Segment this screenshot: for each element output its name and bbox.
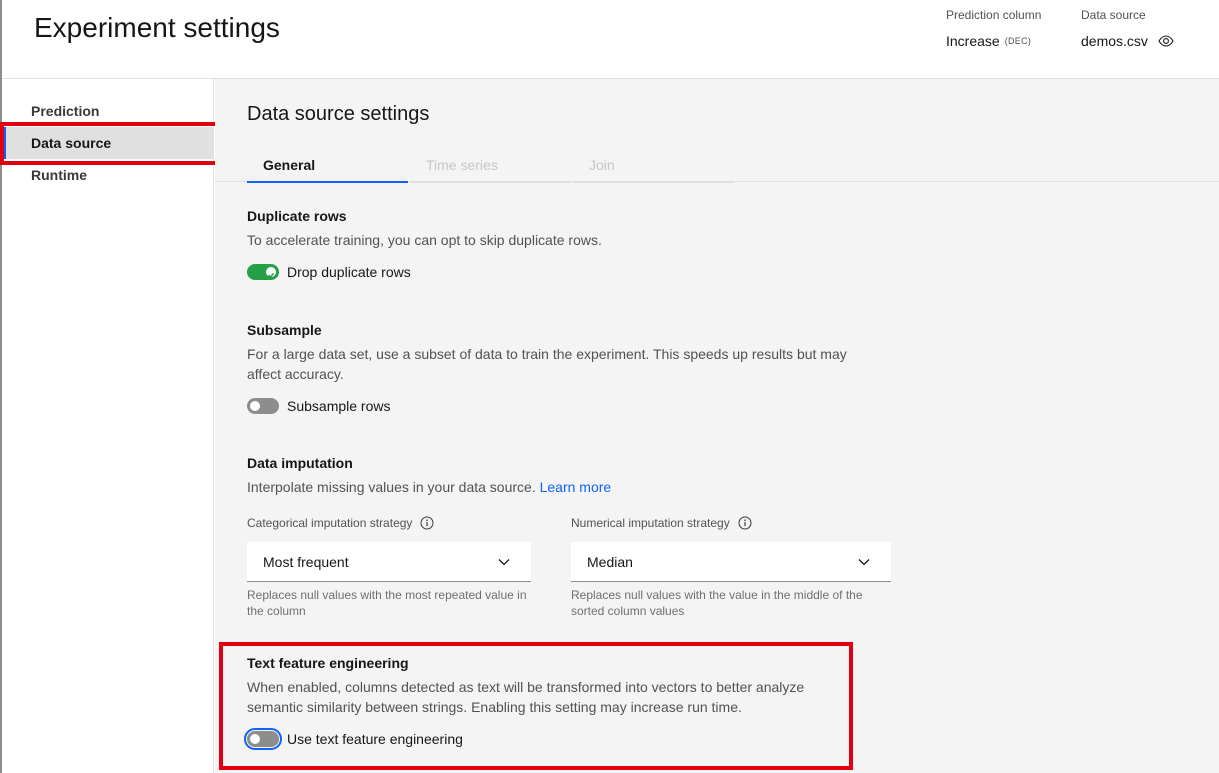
- categorical-imputation-field: Categorical imputation strategy Most fre…: [247, 516, 531, 619]
- subsample-rows-row: Subsample rows: [247, 398, 847, 414]
- chevron-down-icon: [498, 558, 510, 565]
- info-icon[interactable]: [420, 516, 434, 530]
- text-feature-row: Use text feature engineering: [244, 728, 837, 750]
- prediction-column-value: Increase: [946, 33, 1000, 49]
- chevron-down-icon: [858, 558, 870, 565]
- drop-duplicate-rows-label: Drop duplicate rows: [287, 264, 411, 280]
- settings-sidebar: Prediction Data source Runtime: [2, 79, 214, 773]
- data-imputation-description-row: Interpolate missing values in your data …: [247, 477, 847, 497]
- categorical-imputation-value: Most frequent: [263, 553, 349, 570]
- categorical-imputation-label-row: Categorical imputation strategy: [247, 516, 531, 530]
- sidebar-item-prediction[interactable]: Prediction: [2, 95, 214, 127]
- prediction-column-meta: Prediction column Increase (DEC): [946, 8, 1041, 49]
- tab-time-series[interactable]: Time series: [410, 151, 571, 183]
- data-source-label: Data source: [1081, 8, 1146, 22]
- page-header: Experiment settings Prediction column In…: [2, 0, 1219, 79]
- section-title: Data source settings: [247, 103, 430, 125]
- data-source-meta: Data source demos.csv: [1081, 8, 1174, 49]
- subsample-rows-label: Subsample rows: [287, 398, 391, 414]
- subsample-rows-toggle[interactable]: [247, 398, 279, 414]
- categorical-imputation-helper: Replaces null values with the most repea…: [247, 588, 527, 618]
- drop-duplicate-rows-toggle[interactable]: [247, 264, 279, 280]
- subsample-heading: Subsample: [247, 322, 322, 338]
- numerical-imputation-label-row: Numerical imputation strategy: [571, 516, 891, 530]
- text-feature-label: Use text feature engineering: [287, 731, 463, 747]
- data-source-value: demos.csv: [1081, 33, 1148, 49]
- numerical-imputation-helper: Replaces null values with the value in t…: [571, 588, 863, 618]
- duplicate-rows-heading: Duplicate rows: [247, 208, 347, 224]
- drop-duplicate-rows-row: Drop duplicate rows: [247, 264, 847, 280]
- subsample-description: For a large data set, use a subset of da…: [247, 346, 847, 382]
- categorical-imputation-label: Categorical imputation strategy: [247, 516, 413, 530]
- view-eye-icon[interactable]: [1158, 33, 1174, 49]
- data-source-value-row: demos.csv: [1081, 33, 1174, 49]
- data-imputation-section: Data imputation Interpolate missing valu…: [247, 455, 847, 497]
- prediction-column-value-row: Increase (DEC): [946, 33, 1041, 49]
- data-imputation-description: Interpolate missing values in your data …: [247, 479, 536, 495]
- toggle-knob: [266, 267, 276, 279]
- duplicate-rows-description: To accelerate training, you can opt to s…: [247, 232, 602, 248]
- text-feature-section: Text feature engineering When enabled, c…: [244, 655, 837, 750]
- text-feature-toggle[interactable]: [244, 728, 282, 750]
- text-feature-heading: Text feature engineering: [247, 655, 409, 671]
- numerical-imputation-label: Numerical imputation strategy: [571, 516, 730, 530]
- numerical-imputation-value: Median: [587, 553, 633, 570]
- checkmark-icon: [267, 272, 275, 279]
- prediction-column-label: Prediction column: [946, 8, 1042, 22]
- main-content: Data source settings General Time series…: [215, 79, 1219, 773]
- toggle-knob: [250, 401, 260, 411]
- categorical-imputation-dropdown[interactable]: Most frequent: [247, 542, 531, 582]
- page-title: Experiment settings: [34, 12, 280, 43]
- numerical-imputation-field: Numerical imputation strategy Median Rep…: [571, 516, 891, 619]
- numerical-imputation-dropdown[interactable]: Median: [571, 542, 891, 582]
- sidebar-item-runtime[interactable]: Runtime: [2, 159, 214, 191]
- info-icon[interactable]: [738, 516, 752, 530]
- sidebar-item-data-source[interactable]: Data source: [2, 127, 214, 159]
- prediction-column-tag: (DEC): [1004, 36, 1032, 46]
- text-feature-description: When enabled, columns detected as text w…: [247, 679, 805, 715]
- subsample-section: Subsample For a large data set, use a su…: [247, 322, 847, 414]
- toggle-knob: [250, 734, 260, 744]
- duplicate-rows-section: Duplicate rows To accelerate training, y…: [247, 208, 847, 280]
- learn-more-link[interactable]: Learn more: [540, 479, 612, 495]
- data-imputation-heading: Data imputation: [247, 455, 353, 471]
- tab-join[interactable]: Join: [573, 151, 734, 183]
- settings-tabs: General Time series Join: [247, 151, 736, 183]
- tab-general[interactable]: General: [247, 151, 408, 183]
